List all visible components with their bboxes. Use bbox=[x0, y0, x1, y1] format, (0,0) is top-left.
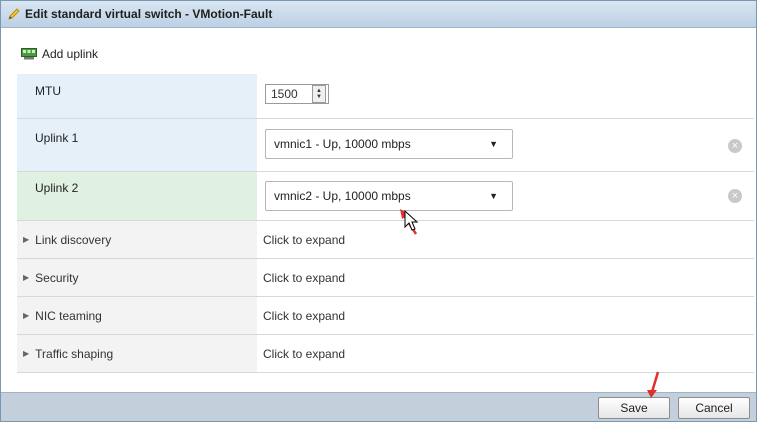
section-value: Click to expand bbox=[263, 346, 346, 361]
remove-uplink-2-icon[interactable]: × bbox=[728, 189, 742, 203]
uplink-1-select[interactable]: vmnic1 - Up, 10000 mbps ▼ bbox=[265, 129, 513, 159]
section-value: Click to expand bbox=[263, 308, 346, 323]
uplink-2-value: vmnic2 - Up, 10000 mbps bbox=[274, 189, 411, 203]
settings-grid: MTU 1500 ▲ ▼ Uplink 1 vmnic1 - Up, 10000 … bbox=[17, 74, 754, 373]
mtu-row: MTU 1500 ▲ ▼ bbox=[17, 74, 754, 119]
cancel-button[interactable]: Cancel bbox=[678, 397, 750, 419]
dialog-title-bar: Edit standard virtual switch - VMotion-F… bbox=[1, 1, 756, 28]
traffic-shaping-row[interactable]: ▶ Traffic shaping Click to expand bbox=[17, 335, 754, 373]
uplink-2-row: Uplink 2 vmnic2 - Up, 10000 mbps ▼ × bbox=[17, 172, 754, 221]
uplink-2-select[interactable]: vmnic2 - Up, 10000 mbps ▼ bbox=[265, 181, 513, 211]
dialog-title: Edit standard virtual switch - VMotion-F… bbox=[25, 7, 273, 21]
section-label: Link discovery bbox=[35, 232, 112, 247]
dropdown-arrow-icon: ▼ bbox=[489, 191, 498, 201]
network-adapter-icon bbox=[21, 48, 37, 60]
expand-caret-icon: ▶ bbox=[23, 235, 30, 244]
red-arrow-annotation-icon bbox=[647, 371, 660, 398]
expand-caret-icon: ▶ bbox=[23, 273, 30, 282]
dropdown-arrow-icon: ▼ bbox=[489, 139, 498, 149]
security-row[interactable]: ▶ Security Click to expand bbox=[17, 259, 754, 297]
section-value: Click to expand bbox=[263, 232, 346, 247]
expand-caret-icon: ▶ bbox=[23, 311, 30, 320]
remove-uplink-1-icon[interactable]: × bbox=[728, 139, 742, 153]
add-uplink-button[interactable]: Add uplink bbox=[21, 47, 98, 61]
mouse-cursor-icon bbox=[404, 210, 419, 231]
section-label: Traffic shaping bbox=[35, 346, 114, 361]
edit-vswitch-dialog: Edit standard virtual switch - VMotion-F… bbox=[0, 0, 757, 422]
spin-arrows-icon[interactable]: ▲ ▼ bbox=[312, 85, 326, 103]
uplink-1-row: Uplink 1 vmnic1 - Up, 10000 mbps ▼ × bbox=[17, 119, 754, 172]
section-label: Security bbox=[35, 270, 79, 285]
nic-teaming-row[interactable]: ▶ NIC teaming Click to expand bbox=[17, 297, 754, 335]
dialog-footer: Save Cancel bbox=[1, 392, 756, 421]
expand-caret-icon: ▶ bbox=[23, 349, 30, 358]
section-value: Click to expand bbox=[263, 270, 346, 285]
add-uplink-label: Add uplink bbox=[42, 47, 99, 61]
mtu-value: 1500 bbox=[271, 87, 298, 101]
link-discovery-row[interactable]: ▶ Link discovery Click to expand bbox=[17, 221, 754, 259]
mtu-stepper[interactable]: 1500 ▲ ▼ bbox=[265, 84, 329, 104]
uplink-2-label: Uplink 2 bbox=[35, 181, 79, 195]
save-button[interactable]: Save bbox=[598, 397, 670, 419]
pencil-icon bbox=[7, 7, 21, 21]
uplink-1-label: Uplink 1 bbox=[35, 131, 79, 145]
section-label: NIC teaming bbox=[35, 308, 102, 323]
uplink-1-value: vmnic1 - Up, 10000 mbps bbox=[274, 137, 411, 151]
mtu-label: MTU bbox=[35, 84, 61, 98]
